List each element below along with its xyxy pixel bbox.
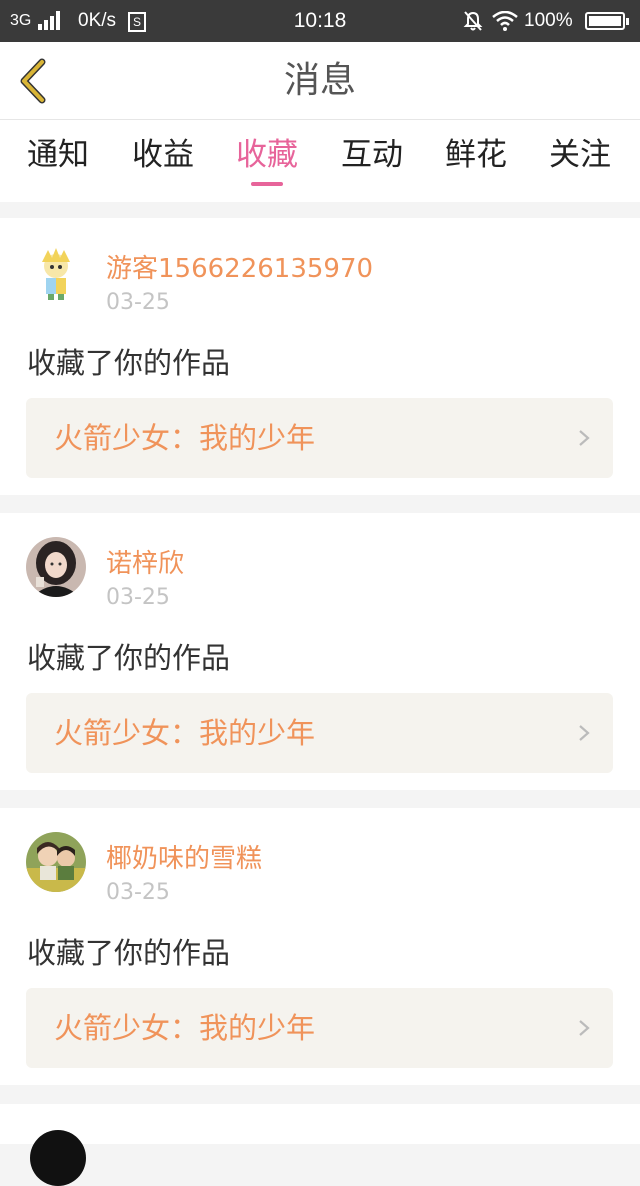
chevron-right-icon: [579, 1020, 590, 1036]
tab-favorites[interactable]: 收藏: [215, 120, 319, 202]
message-date: 03-25: [106, 880, 170, 905]
tab-earnings[interactable]: 收益: [111, 120, 215, 202]
message-date: 03-25: [106, 290, 170, 315]
message-card: 游客1566226135970 03-25 收藏了你的作品 火箭少女：我的少年: [0, 218, 640, 495]
message-card: 椰奶味的雪糕 03-25 收藏了你的作品 火箭少女：我的少年: [0, 808, 640, 1085]
work-title: 火箭少女：我的少年: [54, 421, 316, 455]
chevron-right-icon: [579, 725, 590, 741]
active-tab-indicator: [251, 182, 283, 186]
username[interactable]: 椰奶味的雪糕: [106, 838, 262, 875]
tab-bar: 通知 收益 收藏 互动 鲜花 关注: [0, 120, 640, 202]
page-title: 消息: [283, 60, 356, 101]
avatar[interactable]: [26, 242, 86, 302]
tab-label: 鲜花: [445, 137, 507, 173]
tab-notification[interactable]: 通知: [6, 120, 110, 202]
tab-interaction[interactable]: 互动: [320, 120, 424, 202]
battery-icon: [585, 12, 629, 30]
wifi-icon: [492, 11, 518, 31]
tab-flowers[interactable]: 鲜花: [424, 120, 528, 202]
tab-label: 关注: [549, 137, 611, 173]
work-title: 火箭少女：我的少年: [54, 716, 316, 750]
work-link[interactable]: 火箭少女：我的少年: [26, 398, 613, 478]
tab-label: 收益: [132, 137, 194, 173]
avatar[interactable]: [26, 832, 86, 892]
message-card: 诺梓欣 03-25 收藏了你的作品 火箭少女：我的少年: [0, 513, 640, 790]
work-title: 火箭少女：我的少年: [54, 1011, 316, 1045]
message-date: 03-25: [106, 585, 170, 610]
battery-percent: 100%: [524, 10, 573, 31]
nav-header: 消息: [0, 42, 640, 120]
chevron-right-icon: [579, 430, 590, 446]
work-link[interactable]: 火箭少女：我的少年: [26, 693, 613, 773]
tab-label: 互动: [341, 137, 403, 173]
tab-label: 收藏: [236, 137, 298, 173]
photo-avatar-icon: [26, 537, 86, 597]
tab-following[interactable]: 关注: [528, 120, 632, 202]
tab-label: 通知: [27, 137, 89, 173]
message-text: 收藏了你的作品: [27, 641, 231, 675]
message-text: 收藏了你的作品: [27, 346, 231, 380]
username[interactable]: 游客1566226135970: [106, 248, 373, 285]
avatar[interactable]: [26, 537, 86, 597]
message-text: 收藏了你的作品: [27, 936, 231, 970]
bell-muted-icon: [463, 11, 483, 31]
message-card-partial: [0, 1104, 640, 1186]
photo-avatar-icon: [26, 832, 86, 892]
username[interactable]: 诺梓欣: [106, 543, 184, 580]
cartoon-avatar-icon: [26, 242, 86, 302]
status-bar: 3G 0K/s S 10:18 100%: [0, 0, 640, 42]
avatar[interactable]: [30, 1130, 86, 1186]
work-link[interactable]: 火箭少女：我的少年: [26, 988, 613, 1068]
